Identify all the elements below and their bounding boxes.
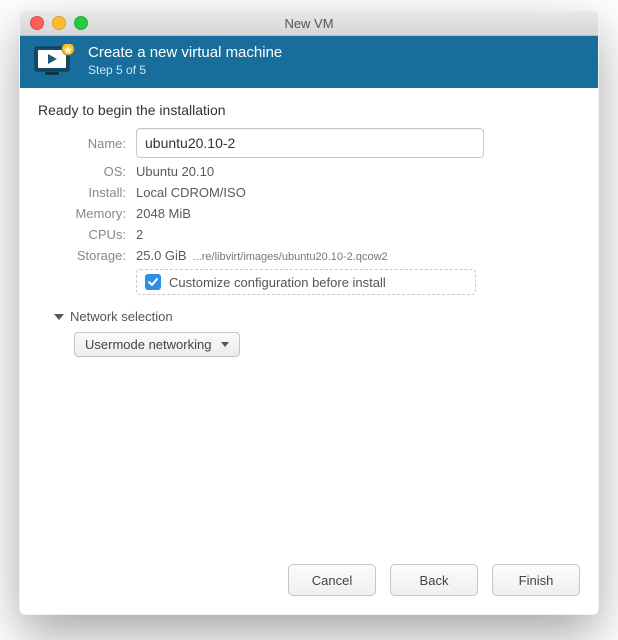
network-expander[interactable]: Network selection (54, 309, 580, 324)
chevron-down-icon (54, 314, 64, 320)
wizard-footer: Cancel Back Finish (20, 548, 598, 614)
network-header-label: Network selection (70, 309, 173, 324)
back-button-label: Back (420, 573, 449, 588)
name-input[interactable] (136, 128, 484, 158)
finish-button-label: Finish (519, 573, 554, 588)
window-controls (30, 16, 88, 30)
customize-option[interactable]: Customize configuration before install (136, 269, 476, 295)
intro-text: Ready to begin the installation (38, 102, 580, 118)
label-cpus: CPUs: (48, 227, 126, 242)
cancel-button-label: Cancel (312, 573, 352, 588)
value-storage-path: ...re/libvirt/images/ubuntu20.10-2.qcow2 (193, 251, 388, 263)
wizard-body: Ready to begin the installation Name: OS… (20, 88, 598, 548)
network-dropdown[interactable]: Usermode networking (74, 332, 240, 357)
checkbox-checked-icon[interactable] (145, 274, 161, 290)
value-cpus: 2 (136, 227, 484, 242)
finish-button[interactable]: Finish (492, 564, 580, 596)
customize-label: Customize configuration before install (169, 275, 386, 290)
label-name: Name: (48, 136, 126, 151)
vm-icon (32, 44, 76, 78)
value-install: Local CDROM/ISO (136, 185, 484, 200)
titlebar: New VM (20, 11, 598, 36)
minimize-icon[interactable] (52, 16, 66, 30)
close-icon[interactable] (30, 16, 44, 30)
label-install: Install: (48, 185, 126, 200)
label-storage: Storage: (48, 248, 126, 263)
back-button[interactable]: Back (390, 564, 478, 596)
network-dropdown-value: Usermode networking (85, 337, 211, 352)
window-title: New VM (20, 16, 598, 31)
page-title: Create a new virtual machine (88, 44, 282, 63)
value-storage-size: 25.0 GiB (136, 248, 187, 263)
wizard-header: Create a new virtual machine Step 5 of 5 (20, 36, 598, 88)
label-memory: Memory: (48, 206, 126, 221)
value-memory: 2048 MiB (136, 206, 484, 221)
label-os: OS: (48, 164, 126, 179)
window: New VM Create a new virtual machine Step… (19, 10, 599, 615)
zoom-icon[interactable] (74, 16, 88, 30)
wizard-step: Step 5 of 5 (88, 63, 282, 78)
value-os: Ubuntu 20.10 (136, 164, 484, 179)
chevron-down-icon (221, 342, 229, 347)
cancel-button[interactable]: Cancel (288, 564, 376, 596)
